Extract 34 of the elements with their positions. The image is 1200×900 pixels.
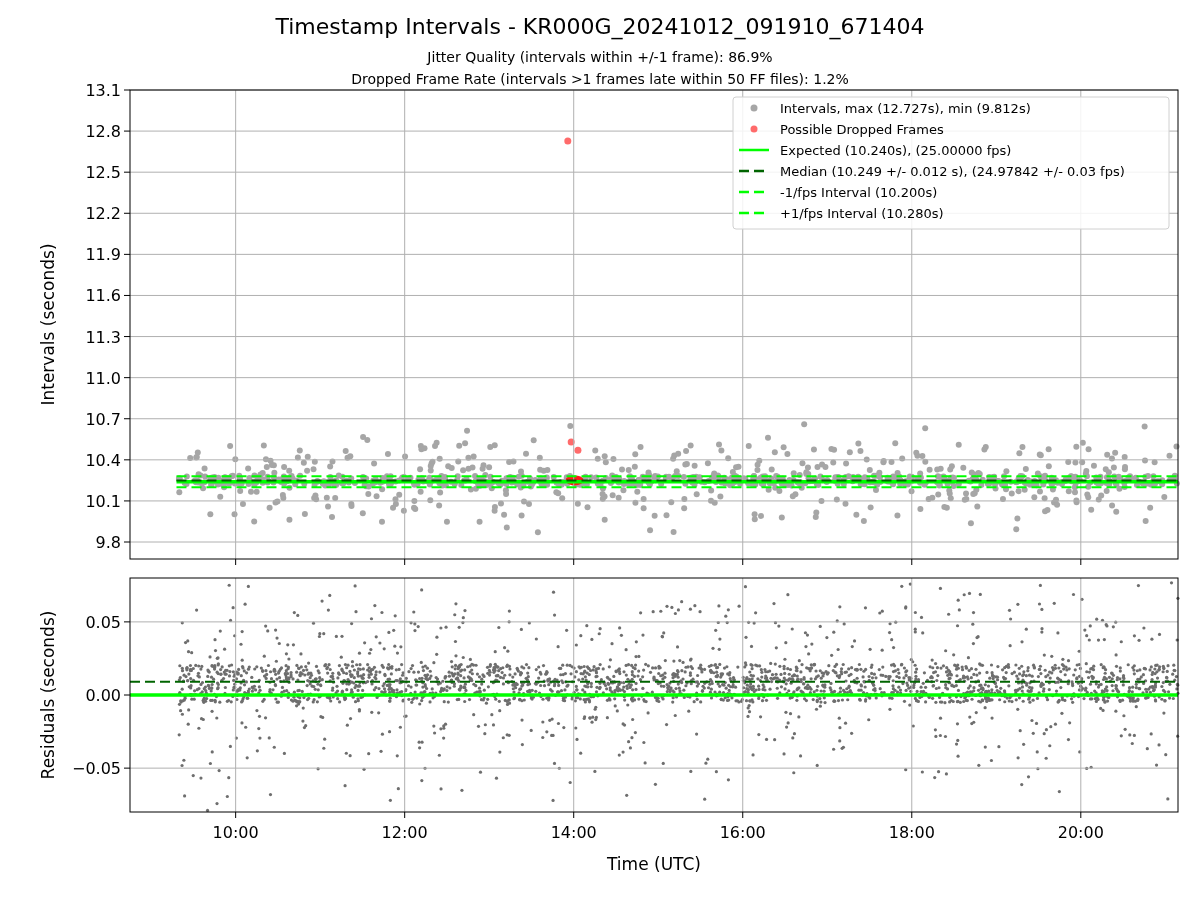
y-tick-label: 11.9 (85, 245, 121, 265)
x-tick-label: 18:00 (888, 823, 935, 842)
y-tick-label: 11.6 (85, 286, 121, 306)
y-axis-label: Intervals (seconds) (38, 243, 58, 406)
legend-label: Median (10.249 +/- 0.012 s), (24.97842 +/- 0.03 fps) (780, 163, 1125, 179)
x-tick-label: 14:00 (550, 823, 597, 842)
y-tick-label: 11.0 (85, 368, 121, 388)
x-axis-label: Time (UTC) (607, 854, 701, 874)
y-tick-label: 11.3 (85, 327, 121, 347)
y-tick-label: 12.5 (85, 163, 121, 183)
y-tick-label: −0.05 (71, 759, 121, 779)
y-tick-label: 0.05 (85, 612, 121, 632)
y-tick-label: 10.7 (85, 409, 121, 429)
legend-label: Expected (10.240s), (25.00000 fps) (780, 142, 1012, 158)
x-tick-label: 20:00 (1057, 823, 1104, 842)
y-tick-label: 10.4 (85, 450, 121, 470)
legend-label: -1/fps Interval (10.200s) (780, 184, 938, 200)
legend-label: Intervals, max (12.727s), min (9.812s) (780, 100, 1031, 116)
legend-label: Possible Dropped Frames (780, 121, 944, 137)
y-axis-label: Residuals (seconds) (38, 610, 58, 780)
y-tick-label: 13.1 (85, 81, 121, 100)
y-tick-label: 10.1 (85, 491, 121, 511)
x-tick-label: 16:00 (719, 823, 766, 842)
chart-subtitle: Jitter Quality (intervals within +/-1 frame): 86.9% (427, 48, 773, 67)
chart-subtitle: Dropped Frame Rate (intervals >1 frames late within 50 FF files): 1.2% (351, 70, 849, 89)
y-tick-label: 12.8 (85, 122, 121, 142)
x-tick-label: 12:00 (381, 823, 428, 842)
legend-label: +1/fps Interval (10.280s) (780, 205, 944, 221)
y-tick-label: 12.2 (85, 204, 121, 224)
x-tick-label: 10:00 (212, 823, 259, 842)
chart-title: Timestamp Intervals - KR000G_20241012_091910_671404 (275, 14, 925, 40)
legend-line-icon (739, 148, 769, 152)
y-tick-label: 9.8 (95, 533, 121, 552)
y-tick-label: 0.00 (85, 686, 121, 705)
